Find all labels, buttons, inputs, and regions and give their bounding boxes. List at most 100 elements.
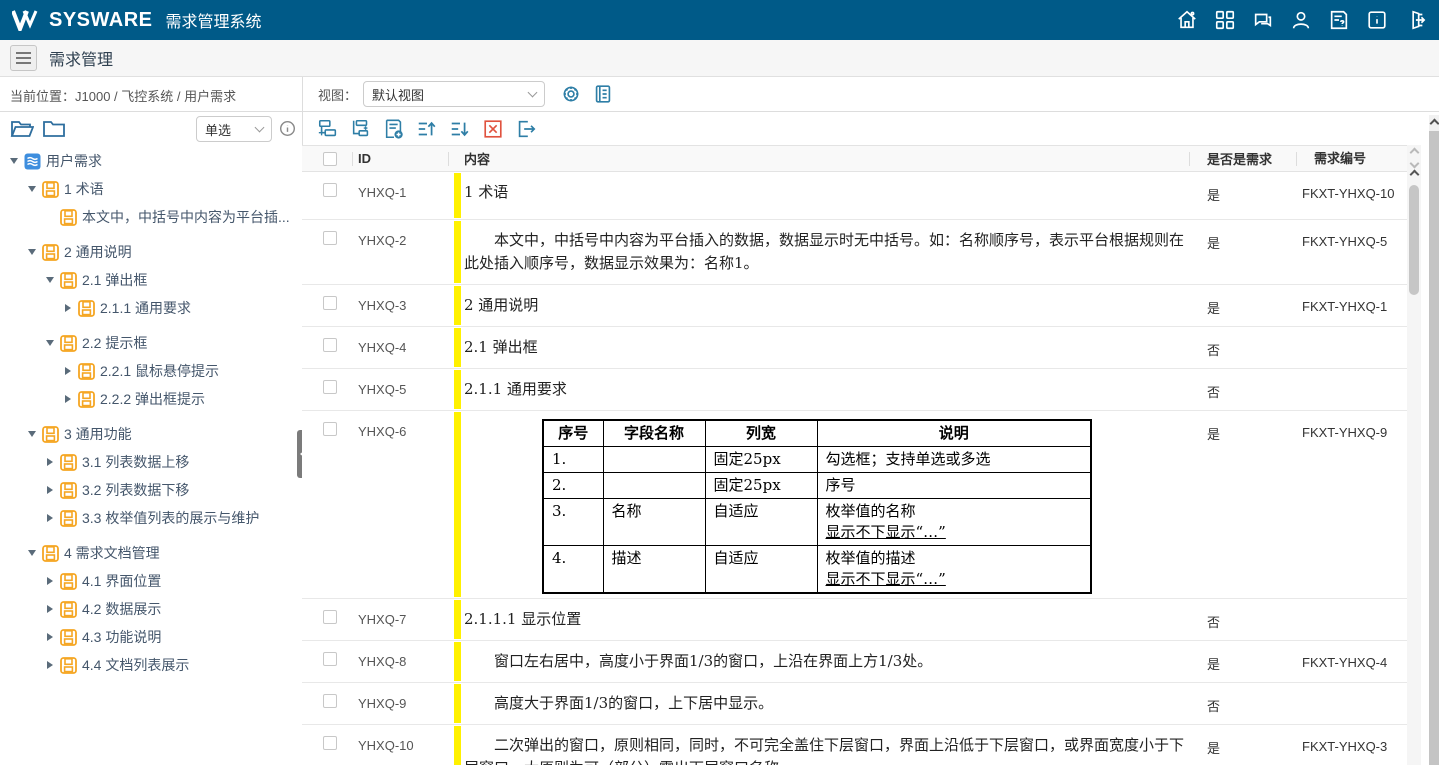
view-list-icon[interactable] xyxy=(591,82,615,106)
row-checkbox[interactable] xyxy=(323,296,337,310)
expand-arrow-icon[interactable] xyxy=(62,365,74,377)
tree-item[interactable]: 4.1 界面位置 xyxy=(0,570,296,592)
row-content-cell[interactable]: 2.1.1.1 显示位置 xyxy=(454,599,1195,640)
row-content-cell[interactable]: 序号字段名称列宽说明1.固定25px勾选框；支持单选或多选2.固定25px序号3… xyxy=(454,411,1195,598)
collapse-arrow-icon[interactable] xyxy=(26,183,38,195)
tree-item[interactable]: 2.2 提示框 xyxy=(0,332,296,354)
row-content-cell[interactable]: 本文中，中括号中内容为平台插入的数据，数据显示时无中括号。如：名称顺序号，表示平… xyxy=(454,220,1195,284)
row-content-cell[interactable]: 窗口左右居中，高度小于界面1/3的窗口，上沿在界面上方1/3处。 xyxy=(454,641,1195,682)
table-row[interactable]: YHXQ-2本文中，中括号中内容为平台插入的数据，数据显示时无中括号。如：名称顺… xyxy=(302,220,1407,285)
scrollbar-thumb[interactable] xyxy=(1409,185,1419,295)
tree-item[interactable]: 3.3 枚举值列表的展示与维护 xyxy=(0,507,296,529)
column-header-is-requirement[interactable]: 是否是需求 xyxy=(1195,149,1302,168)
expand-arrow-icon[interactable] xyxy=(44,603,56,615)
collapse-arrow-icon[interactable] xyxy=(26,547,38,559)
tree-item[interactable]: 4.4 文档列表展示 xyxy=(0,654,296,676)
tree-item[interactable]: 3.2 列表数据下移 xyxy=(0,479,296,501)
help-doc-icon[interactable] xyxy=(1327,8,1351,32)
folder-closed-icon[interactable] xyxy=(42,117,66,141)
row-content-cell[interactable]: 1 术语 xyxy=(454,172,1195,219)
row-content-cell[interactable]: 2.1.1 通用要求 xyxy=(454,369,1195,410)
expand-arrow-icon[interactable] xyxy=(44,484,56,496)
row-checkbox[interactable] xyxy=(323,610,337,624)
info-circle-icon[interactable] xyxy=(279,120,296,137)
select-all-checkbox[interactable] xyxy=(323,152,337,166)
move-up-icon[interactable] xyxy=(415,117,439,141)
row-content-cell[interactable]: 二次弹出的窗口，原则相同，同时，不可完全盖住下层窗口，界面上沿低于下层窗口，或界… xyxy=(454,725,1195,765)
scroll-up-icon[interactable] xyxy=(1409,148,1419,158)
table-row[interactable]: YHXQ-72.1.1.1 显示位置否 xyxy=(302,599,1407,641)
row-checkbox[interactable] xyxy=(323,652,337,666)
tree-item[interactable]: 2.1.1 通用要求 xyxy=(0,297,296,319)
scroll-top-icon[interactable] xyxy=(1409,170,1419,180)
row-content-cell[interactable]: 2.1 弹出框 xyxy=(454,327,1195,368)
page-scrollbar-thumb[interactable] xyxy=(1429,131,1439,765)
collapse-arrow-icon[interactable] xyxy=(44,274,56,286)
row-checkbox[interactable] xyxy=(323,338,337,352)
tree-item[interactable]: 用户需求 xyxy=(0,150,296,172)
expand-arrow-icon[interactable] xyxy=(44,512,56,524)
menu-hamburger-icon[interactable] xyxy=(10,45,37,71)
folder-open-icon[interactable] xyxy=(10,117,34,141)
add-child-icon[interactable] xyxy=(349,117,373,141)
expand-arrow-icon[interactable] xyxy=(62,302,74,314)
page-scroll-up-icon[interactable] xyxy=(1429,119,1439,129)
home-icon[interactable] xyxy=(1175,8,1199,32)
tree-item[interactable]: 2.2.1 鼠标悬停提示 xyxy=(0,360,296,382)
expand-arrow-icon[interactable] xyxy=(44,659,56,671)
collapse-arrow-icon[interactable] xyxy=(26,428,38,440)
row-checkbox[interactable] xyxy=(323,231,337,245)
add-document-icon[interactable] xyxy=(382,117,406,141)
tree-item[interactable]: 3.1 列表数据上移 xyxy=(0,451,296,473)
tree-item[interactable]: 2.1 弹出框 xyxy=(0,269,296,291)
row-checkbox[interactable] xyxy=(323,422,337,436)
tree-item[interactable]: 4.2 数据展示 xyxy=(0,598,296,620)
row-content-cell[interactable]: 2 通用说明 xyxy=(454,285,1195,326)
row-content-cell[interactable]: 高度大于界面1/3的窗口，上下居中显示。 xyxy=(454,683,1195,724)
tree-item[interactable]: 3 通用功能 xyxy=(0,423,296,445)
column-header-requirement-no[interactable]: 需求编号 xyxy=(1302,150,1407,167)
tree-item[interactable]: 2.2.2 弹出框提示 xyxy=(0,388,296,410)
expand-arrow-icon[interactable] xyxy=(44,631,56,643)
export-icon[interactable] xyxy=(514,117,538,141)
table-row[interactable]: YHXQ-10二次弹出的窗口，原则相同，同时，不可完全盖住下层窗口，界面上沿低于… xyxy=(302,725,1407,765)
add-sibling-icon[interactable] xyxy=(316,117,340,141)
table-row[interactable]: YHXQ-32 通用说明是FKXT-YHXQ-1 xyxy=(302,285,1407,327)
tree-item[interactable]: 4.3 功能说明 xyxy=(0,626,296,648)
collapse-arrow-icon[interactable] xyxy=(26,246,38,258)
expand-arrow-icon[interactable] xyxy=(44,575,56,587)
user-icon[interactable] xyxy=(1289,8,1313,32)
delete-icon[interactable] xyxy=(481,117,505,141)
logout-icon[interactable] xyxy=(1403,8,1427,32)
tree-item[interactable]: 4 需求文档管理 xyxy=(0,542,296,564)
tree-item[interactable]: 2 通用说明 xyxy=(0,241,296,263)
tree-item[interactable]: 1 术语 xyxy=(0,178,296,200)
collapse-arrow-icon[interactable] xyxy=(44,337,56,349)
scroll-down-icon[interactable] xyxy=(1409,159,1419,169)
expand-arrow-icon[interactable] xyxy=(62,393,74,405)
table-scrollbar[interactable] xyxy=(1407,145,1421,765)
table-row[interactable]: YHXQ-11 术语是FKXT-YHXQ-10 xyxy=(302,172,1407,220)
move-down-icon[interactable] xyxy=(448,117,472,141)
gear-icon[interactable] xyxy=(559,82,583,106)
row-checkbox[interactable] xyxy=(323,694,337,708)
row-checkbox[interactable] xyxy=(323,736,337,750)
expand-arrow-icon[interactable] xyxy=(44,456,56,468)
apps-grid-icon[interactable] xyxy=(1213,8,1237,32)
column-header-id[interactable]: ID xyxy=(358,151,454,166)
table-row[interactable]: YHXQ-8窗口左右居中，高度小于界面1/3的窗口，上沿在界面上方1/3处。是F… xyxy=(302,641,1407,683)
selection-mode-select[interactable]: 单选 xyxy=(196,116,272,142)
table-row[interactable]: YHXQ-52.1.1 通用要求否 xyxy=(302,369,1407,411)
row-checkbox[interactable] xyxy=(323,380,337,394)
table-row[interactable]: YHXQ-42.1 弹出框否 xyxy=(302,327,1407,369)
table-row[interactable]: YHXQ-6序号字段名称列宽说明1.固定25px勾选框；支持单选或多选2.固定2… xyxy=(302,411,1407,599)
tree-item[interactable]: 本文中，中括号中内容为平台插... xyxy=(0,206,296,228)
messages-icon[interactable] xyxy=(1251,8,1275,32)
info-icon[interactable] xyxy=(1365,8,1389,32)
view-select[interactable]: 默认视图 xyxy=(363,81,545,107)
row-checkbox[interactable] xyxy=(323,183,337,197)
page-scrollbar[interactable] xyxy=(1429,115,1439,765)
collapse-arrow-icon[interactable] xyxy=(8,155,20,167)
table-row[interactable]: YHXQ-9高度大于界面1/3的窗口，上下居中显示。否 xyxy=(302,683,1407,725)
column-header-content[interactable]: 内容 xyxy=(454,149,1195,168)
